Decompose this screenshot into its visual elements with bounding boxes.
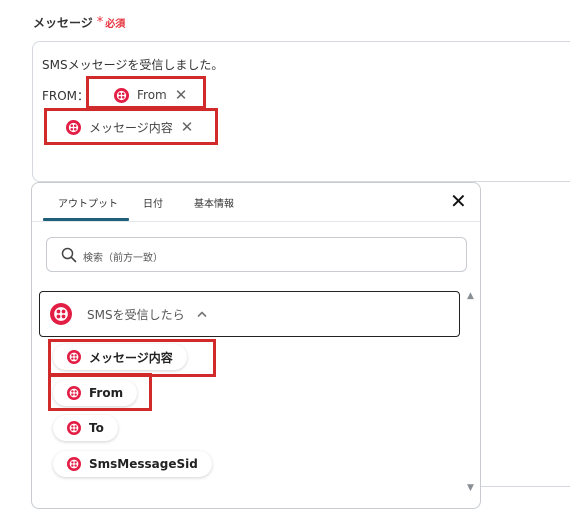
- divider: [481, 486, 570, 487]
- twilio-icon: [67, 457, 81, 471]
- tab-bar: アウトプット 日付 基本情報 ✕: [32, 183, 480, 222]
- tab-output[interactable]: アウトプット: [58, 195, 118, 210]
- active-tab-indicator: [43, 218, 129, 221]
- inserted-chip-from[interactable]: From ✕: [106, 82, 198, 108]
- twilio-icon: [67, 350, 81, 364]
- required-mark: *: [96, 15, 104, 30]
- close-icon[interactable]: ✕: [175, 87, 188, 103]
- output-group-sms-received[interactable]: SMSを受信したら: [39, 291, 460, 337]
- field-label-row: メッセージ * 必須: [33, 14, 125, 31]
- output-item-sms-message-sid[interactable]: SmsMessageSid: [53, 451, 212, 477]
- required-text: 必須: [105, 19, 126, 30]
- close-icon[interactable]: ✕: [181, 119, 194, 135]
- field-label: メッセージ: [33, 16, 93, 30]
- message-line-1: SMSメッセージを受信しました。: [42, 58, 224, 72]
- output-item-label: From: [89, 386, 124, 400]
- search-input[interactable]: 検索（前方一致）: [46, 237, 467, 272]
- twilio-icon: [67, 386, 81, 400]
- output-item-label: SmsMessageSid: [89, 457, 198, 471]
- chip-label: From: [137, 88, 167, 102]
- tab-basic-info[interactable]: 基本情報: [194, 195, 234, 210]
- close-icon[interactable]: ✕: [450, 191, 467, 211]
- scroll-up-arrow-icon[interactable]: ▲: [467, 291, 474, 301]
- output-item-label: メッセージ内容: [89, 350, 173, 365]
- output-item-to[interactable]: To: [53, 415, 118, 441]
- scroll-down-arrow-icon[interactable]: ▼: [467, 483, 474, 493]
- output-item-message-content[interactable]: メッセージ内容: [53, 344, 187, 370]
- output-item-from[interactable]: From: [53, 380, 138, 406]
- inserted-chip-message-content[interactable]: メッセージ内容 ✕: [58, 114, 204, 140]
- twilio-icon: [66, 120, 81, 135]
- chevron-up-icon: [197, 311, 206, 317]
- twilio-icon: [114, 88, 129, 103]
- message-editor[interactable]: SMSメッセージを受信しました。 FROM：: [32, 41, 570, 182]
- output-picker-panel: アウトプット 日付 基本情報 ✕ 検索（前方一致） ▲ ▼ SMSを受信したら …: [31, 182, 481, 509]
- group-label: SMSを受信したら: [87, 307, 185, 322]
- chip-label: メッセージ内容: [89, 120, 173, 135]
- tab-date[interactable]: 日付: [143, 195, 163, 210]
- search-placeholder: 検索（前方一致）: [83, 253, 163, 264]
- search-icon: [61, 247, 77, 263]
- twilio-icon: [50, 303, 72, 325]
- output-item-label: To: [89, 421, 104, 435]
- message-line-2-prefix: FROM：: [42, 89, 90, 103]
- twilio-icon: [67, 421, 81, 435]
